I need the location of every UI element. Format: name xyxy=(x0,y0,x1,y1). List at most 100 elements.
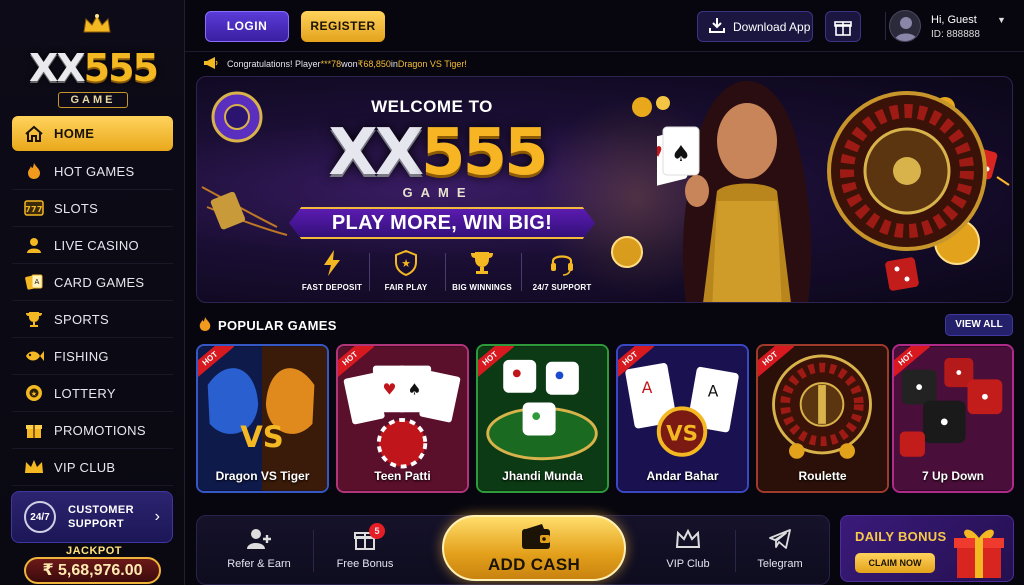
gift-icon xyxy=(834,20,852,36)
sidebar-item-label: HOME xyxy=(54,126,95,141)
svg-text:A: A xyxy=(34,278,39,286)
home-icon xyxy=(24,124,44,144)
sidebar-item-fishing[interactable]: FISHING xyxy=(12,338,173,375)
headset-icon xyxy=(525,249,599,277)
sidebar-nav: HOME HOT GAMES 777 SLOTS LIVE CASINO A C… xyxy=(12,116,173,486)
feature-247-support: 24/7 SUPPORT xyxy=(525,249,599,292)
shield-star-icon: ★ xyxy=(369,249,443,277)
daily-bonus-panel: DAILY BONUS CLAIM NOW xyxy=(840,515,1014,582)
sidebar-item-label: LOTTERY xyxy=(54,385,116,401)
hero-welcome: WELCOME TO xyxy=(371,97,493,116)
add-user-icon xyxy=(219,526,299,552)
gift-button[interactable] xyxy=(825,11,861,42)
sidebar-item-label: SPORTS xyxy=(54,311,110,327)
game-card-jhandi-munda[interactable]: HOT Jhandi Munda xyxy=(476,344,609,493)
vip-club-button[interactable]: VIP Club xyxy=(648,526,728,570)
svg-text:★: ★ xyxy=(31,390,38,398)
sidebar-item-label: VIP CLUB xyxy=(54,459,116,475)
support-label: CUSTOMER SUPPORT xyxy=(68,504,134,530)
trophy-icon xyxy=(445,249,519,277)
hero-title: XX555 xyxy=(328,116,548,190)
game-title: Teen Patti xyxy=(374,469,431,483)
sidebar-item-lottery[interactable]: ★ LOTTERY xyxy=(12,375,173,412)
feature-fair-play: ★ FAIR PLAY xyxy=(369,249,443,292)
svg-text:♥: ♥ xyxy=(382,381,396,399)
chevron-right-icon: › xyxy=(154,508,160,525)
sidebar-item-label: SLOTS xyxy=(54,200,99,216)
winner-ticker: Congratulations! Player ***78 won ₹68,85… xyxy=(203,56,803,72)
dealer-icon xyxy=(24,235,44,255)
gift-icon xyxy=(24,420,44,440)
sidebar-item-promotions[interactable]: PROMOTIONS xyxy=(12,412,173,449)
crown-icon xyxy=(24,457,44,477)
feature-fast-deposit: FAST DEPOSIT xyxy=(295,249,369,292)
sidebar-item-label: FISHING xyxy=(54,348,109,364)
notification-badge: 5 xyxy=(369,523,385,539)
game-title: Roulette xyxy=(798,469,847,483)
roulette-wheel-art xyxy=(827,91,987,251)
free-bonus-button[interactable]: Free Bonus 5 xyxy=(325,523,405,570)
sidebar-item-hot-games[interactable]: HOT GAMES xyxy=(12,153,173,190)
site-logo[interactable]: XX555 GAME xyxy=(14,14,172,108)
crown-icon xyxy=(648,526,728,552)
sidebar-item-slots[interactable]: 777 SLOTS xyxy=(12,190,173,227)
game-card-roulette[interactable]: HOT Roulette xyxy=(756,344,889,493)
svg-text:VS: VS xyxy=(666,421,698,446)
register-button[interactable]: REGISTER xyxy=(301,11,385,42)
sidebar-item-card-games[interactable]: A CARD GAMES xyxy=(12,264,173,301)
download-app-button[interactable]: Download App xyxy=(697,11,813,42)
divider xyxy=(885,12,886,40)
sidebar-item-label: PROMOTIONS xyxy=(54,422,146,438)
support-247-icon: 24/7 xyxy=(24,501,56,533)
chevron-down-icon: ▼ xyxy=(997,15,1006,25)
divider xyxy=(735,530,736,572)
hero-banner[interactable]: ♠ ♥ WELCOME TO XX555 GAME PLAY MORE, WIN… xyxy=(196,76,1013,303)
megaphone-icon xyxy=(203,57,219,71)
game-title: Jhandi Munda xyxy=(502,469,583,483)
flame-icon xyxy=(198,316,212,335)
game-card-andar-bahar[interactable]: A A VS HOT Andar Bahar xyxy=(616,344,749,493)
claim-now-button[interactable]: CLAIM NOW xyxy=(855,553,935,573)
svg-text:A: A xyxy=(642,379,653,397)
add-cash-button[interactable]: ADD CASH xyxy=(442,515,626,581)
svg-text:♠: ♠ xyxy=(671,142,691,167)
sidebar-item-live-casino[interactable]: LIVE CASINO xyxy=(12,227,173,264)
daily-bonus-title: DAILY BONUS xyxy=(855,529,947,544)
flame-icon xyxy=(24,161,44,181)
sidebar-item-vip-club[interactable]: VIP CLUB xyxy=(12,449,173,486)
divider xyxy=(521,253,522,291)
hero-tagline: PLAY MORE, WIN BIG! xyxy=(289,207,595,239)
game-card-7-up-down[interactable]: HOT 7 Up Down xyxy=(892,344,1014,493)
logo-sub: GAME xyxy=(58,92,128,108)
telegram-button[interactable]: Telegram xyxy=(740,526,820,570)
fish-icon xyxy=(24,346,44,366)
popular-games-title: POPULAR GAMES xyxy=(198,316,337,335)
trophy-icon xyxy=(24,309,44,329)
slot-777-icon: 777 xyxy=(24,198,44,218)
top-bar: LOGIN REGISTER Download App Hi, Guest ID… xyxy=(185,0,1024,52)
game-card-teen-patti[interactable]: ♥ ♠ HOT Teen Patti xyxy=(336,344,469,493)
svg-text:♠: ♠ xyxy=(408,381,422,399)
game-card-dragon-vs-tiger[interactable]: VS HOT Dragon VS Tiger xyxy=(196,344,329,493)
dealer-woman-art: ♠ ♥ xyxy=(657,81,812,302)
lightning-icon xyxy=(295,249,369,277)
svg-text:777: 777 xyxy=(25,205,43,214)
gift-icon xyxy=(325,526,405,552)
customer-support-button[interactable]: 24/7 CUSTOMER SUPPORT › xyxy=(11,491,173,543)
login-button[interactable]: LOGIN xyxy=(205,11,289,42)
jackpot-amount: ₹ 5,68,976.00 xyxy=(24,557,161,584)
user-greeting: Hi, Guest xyxy=(931,14,977,26)
telegram-icon xyxy=(740,526,820,552)
wallet-icon xyxy=(522,524,550,549)
sidebar: XX555 GAME HOME HOT GAMES 777 SLOTS LIVE… xyxy=(0,0,185,585)
view-all-button[interactable]: VIEW ALL xyxy=(945,314,1013,336)
svg-text:A: A xyxy=(708,383,719,401)
divider xyxy=(313,530,314,572)
user-menu[interactable]: Hi, Guest ID: 888888 ▼ xyxy=(885,8,1015,44)
game-title: Andar Bahar xyxy=(646,469,719,483)
lottery-ball-icon: ★ xyxy=(24,383,44,403)
refer-earn-button[interactable]: Refer & Earn xyxy=(219,526,299,570)
sidebar-item-sports[interactable]: SPORTS xyxy=(12,301,173,338)
download-icon xyxy=(708,17,726,36)
sidebar-item-home[interactable]: HOME xyxy=(12,116,173,151)
